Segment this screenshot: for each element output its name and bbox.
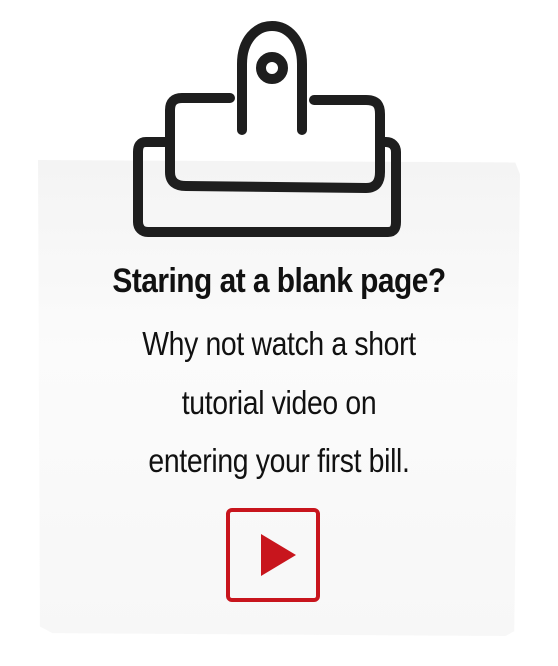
empty-state-card: Staring at a blank page? Why not watch a… [0, 0, 558, 666]
body-line-1: Why not watch a short [142, 325, 416, 362]
play-video-button[interactable] [226, 508, 320, 602]
headline: Staring at a blank page? [112, 262, 446, 300]
clipboard-clip-icon [133, 21, 401, 237]
body-line-2: tutorial video on [181, 384, 377, 421]
body-line-3: entering your first bill. [148, 442, 410, 479]
play-icon [261, 534, 296, 576]
